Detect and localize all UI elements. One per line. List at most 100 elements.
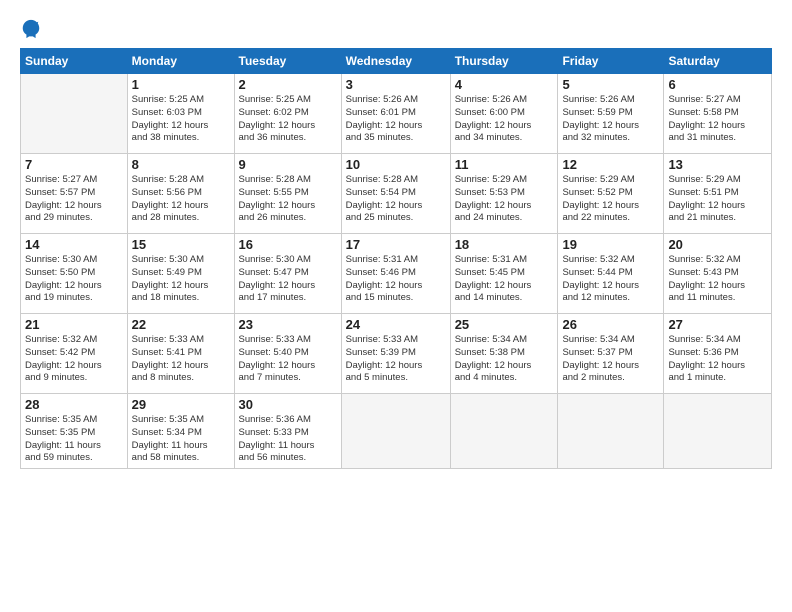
calendar-week-row: 28 Sunrise: 5:35 AM Sunset: 5:35 PM Dayli… — [21, 394, 772, 469]
calendar-cell: 25 Sunrise: 5:34 AM Sunset: 5:38 PM Dayli… — [450, 314, 558, 394]
day-info: Sunrise: 5:32 AM Sunset: 5:43 PM Dayligh… — [668, 254, 767, 305]
day-number: 29 — [132, 397, 230, 412]
day-number: 12 — [562, 157, 659, 172]
day-number: 21 — [25, 317, 123, 332]
calendar-week-row: 7Sunrise: 5:27 AM Sunset: 5:57 PM Daylig… — [21, 154, 772, 234]
day-number: 14 — [25, 237, 123, 252]
calendar-cell: 8 Sunrise: 5:28 AM Sunset: 5:56 PM Daylig… — [127, 154, 234, 234]
calendar-cell: 7Sunrise: 5:27 AM Sunset: 5:57 PM Daylig… — [21, 154, 128, 234]
calendar-cell: 28 Sunrise: 5:35 AM Sunset: 5:35 PM Dayli… — [21, 394, 128, 469]
day-info: Sunrise: 5:28 AM Sunset: 5:55 PM Dayligh… — [239, 174, 337, 225]
logo-icon — [20, 18, 42, 40]
day-info: Sunrise: 5:28 AM Sunset: 5:54 PM Dayligh… — [346, 174, 446, 225]
day-number: 16 — [239, 237, 337, 252]
calendar-cell: 14 Sunrise: 5:30 AM Sunset: 5:50 PM Dayli… — [21, 234, 128, 314]
calendar-cell: 17Sunrise: 5:31 AM Sunset: 5:46 PM Dayli… — [341, 234, 450, 314]
page-header — [20, 18, 772, 40]
day-info: Sunrise: 5:28 AM Sunset: 5:56 PM Dayligh… — [132, 174, 230, 225]
logo — [20, 18, 44, 40]
calendar-day-header: Thursday — [450, 49, 558, 74]
day-number: 25 — [455, 317, 554, 332]
day-number: 19 — [562, 237, 659, 252]
calendar-week-row: 1 Sunrise: 5:25 AM Sunset: 6:03 PM Daylig… — [21, 74, 772, 154]
calendar-table: SundayMondayTuesdayWednesdayThursdayFrid… — [20, 48, 772, 469]
day-number: 18 — [455, 237, 554, 252]
day-info: Sunrise: 5:31 AM Sunset: 5:45 PM Dayligh… — [455, 254, 554, 305]
day-info: Sunrise: 5:25 AM Sunset: 6:03 PM Dayligh… — [132, 94, 230, 145]
day-number: 1 — [132, 77, 230, 92]
calendar-week-row: 21 Sunrise: 5:32 AM Sunset: 5:42 PM Dayli… — [21, 314, 772, 394]
day-number: 10 — [346, 157, 446, 172]
day-info: Sunrise: 5:35 AM Sunset: 5:35 PM Dayligh… — [25, 414, 123, 465]
calendar-cell — [450, 394, 558, 469]
day-info: Sunrise: 5:33 AM Sunset: 5:40 PM Dayligh… — [239, 334, 337, 385]
day-info: Sunrise: 5:29 AM Sunset: 5:51 PM Dayligh… — [668, 174, 767, 225]
day-info: Sunrise: 5:33 AM Sunset: 5:41 PM Dayligh… — [132, 334, 230, 385]
day-info: Sunrise: 5:34 AM Sunset: 5:38 PM Dayligh… — [455, 334, 554, 385]
calendar-day-header: Wednesday — [341, 49, 450, 74]
calendar-day-header: Friday — [558, 49, 664, 74]
day-number: 4 — [455, 77, 554, 92]
calendar-cell: 9 Sunrise: 5:28 AM Sunset: 5:55 PM Daylig… — [234, 154, 341, 234]
calendar-day-header: Sunday — [21, 49, 128, 74]
day-number: 7 — [25, 157, 123, 172]
day-info: Sunrise: 5:26 AM Sunset: 6:01 PM Dayligh… — [346, 94, 446, 145]
calendar-cell: 22 Sunrise: 5:33 AM Sunset: 5:41 PM Dayli… — [127, 314, 234, 394]
calendar-cell: 2 Sunrise: 5:25 AM Sunset: 6:02 PM Daylig… — [234, 74, 341, 154]
day-info: Sunrise: 5:26 AM Sunset: 6:00 PM Dayligh… — [455, 94, 554, 145]
calendar-cell — [21, 74, 128, 154]
calendar-cell — [341, 394, 450, 469]
calendar-cell: 6 Sunrise: 5:27 AM Sunset: 5:58 PM Daylig… — [664, 74, 772, 154]
calendar-cell: 13 Sunrise: 5:29 AM Sunset: 5:51 PM Dayli… — [664, 154, 772, 234]
day-info: Sunrise: 5:25 AM Sunset: 6:02 PM Dayligh… — [239, 94, 337, 145]
calendar-cell: 18 Sunrise: 5:31 AM Sunset: 5:45 PM Dayli… — [450, 234, 558, 314]
calendar-cell: 11 Sunrise: 5:29 AM Sunset: 5:53 PM Dayli… — [450, 154, 558, 234]
day-number: 11 — [455, 157, 554, 172]
calendar-cell: 24 Sunrise: 5:33 AM Sunset: 5:39 PM Dayli… — [341, 314, 450, 394]
calendar-cell: 4 Sunrise: 5:26 AM Sunset: 6:00 PM Daylig… — [450, 74, 558, 154]
day-number: 8 — [132, 157, 230, 172]
day-number: 26 — [562, 317, 659, 332]
day-number: 23 — [239, 317, 337, 332]
calendar-cell: 16 Sunrise: 5:30 AM Sunset: 5:47 PM Dayli… — [234, 234, 341, 314]
calendar-cell: 20 Sunrise: 5:32 AM Sunset: 5:43 PM Dayli… — [664, 234, 772, 314]
day-number: 5 — [562, 77, 659, 92]
day-number: 6 — [668, 77, 767, 92]
day-info: Sunrise: 5:34 AM Sunset: 5:37 PM Dayligh… — [562, 334, 659, 385]
day-info: Sunrise: 5:30 AM Sunset: 5:50 PM Dayligh… — [25, 254, 123, 305]
day-number: 9 — [239, 157, 337, 172]
calendar-cell: 5Sunrise: 5:26 AM Sunset: 5:59 PM Daylig… — [558, 74, 664, 154]
day-number: 22 — [132, 317, 230, 332]
day-number: 15 — [132, 237, 230, 252]
calendar-cell: 30Sunrise: 5:36 AM Sunset: 5:33 PM Dayli… — [234, 394, 341, 469]
day-info: Sunrise: 5:32 AM Sunset: 5:42 PM Dayligh… — [25, 334, 123, 385]
day-info: Sunrise: 5:29 AM Sunset: 5:53 PM Dayligh… — [455, 174, 554, 225]
day-number: 17 — [346, 237, 446, 252]
day-info: Sunrise: 5:35 AM Sunset: 5:34 PM Dayligh… — [132, 414, 230, 465]
calendar-cell: 29 Sunrise: 5:35 AM Sunset: 5:34 PM Dayli… — [127, 394, 234, 469]
day-number: 13 — [668, 157, 767, 172]
day-info: Sunrise: 5:36 AM Sunset: 5:33 PM Dayligh… — [239, 414, 337, 465]
calendar-cell: 1 Sunrise: 5:25 AM Sunset: 6:03 PM Daylig… — [127, 74, 234, 154]
calendar-cell: 21 Sunrise: 5:32 AM Sunset: 5:42 PM Dayli… — [21, 314, 128, 394]
day-info: Sunrise: 5:32 AM Sunset: 5:44 PM Dayligh… — [562, 254, 659, 305]
calendar-cell: 23 Sunrise: 5:33 AM Sunset: 5:40 PM Dayli… — [234, 314, 341, 394]
calendar-cell: 12 Sunrise: 5:29 AM Sunset: 5:52 PM Dayli… — [558, 154, 664, 234]
calendar-cell — [664, 394, 772, 469]
day-info: Sunrise: 5:33 AM Sunset: 5:39 PM Dayligh… — [346, 334, 446, 385]
day-info: Sunrise: 5:30 AM Sunset: 5:47 PM Dayligh… — [239, 254, 337, 305]
calendar-day-header: Tuesday — [234, 49, 341, 74]
day-number: 2 — [239, 77, 337, 92]
day-number: 3 — [346, 77, 446, 92]
calendar-week-row: 14 Sunrise: 5:30 AM Sunset: 5:50 PM Dayli… — [21, 234, 772, 314]
day-number: 20 — [668, 237, 767, 252]
day-info: Sunrise: 5:27 AM Sunset: 5:58 PM Dayligh… — [668, 94, 767, 145]
calendar-cell: 15 Sunrise: 5:30 AM Sunset: 5:49 PM Dayli… — [127, 234, 234, 314]
day-info: Sunrise: 5:30 AM Sunset: 5:49 PM Dayligh… — [132, 254, 230, 305]
day-number: 24 — [346, 317, 446, 332]
day-number: 27 — [668, 317, 767, 332]
day-info: Sunrise: 5:29 AM Sunset: 5:52 PM Dayligh… — [562, 174, 659, 225]
calendar-cell: 26 Sunrise: 5:34 AM Sunset: 5:37 PM Dayli… — [558, 314, 664, 394]
calendar-header-row: SundayMondayTuesdayWednesdayThursdayFrid… — [21, 49, 772, 74]
day-number: 28 — [25, 397, 123, 412]
